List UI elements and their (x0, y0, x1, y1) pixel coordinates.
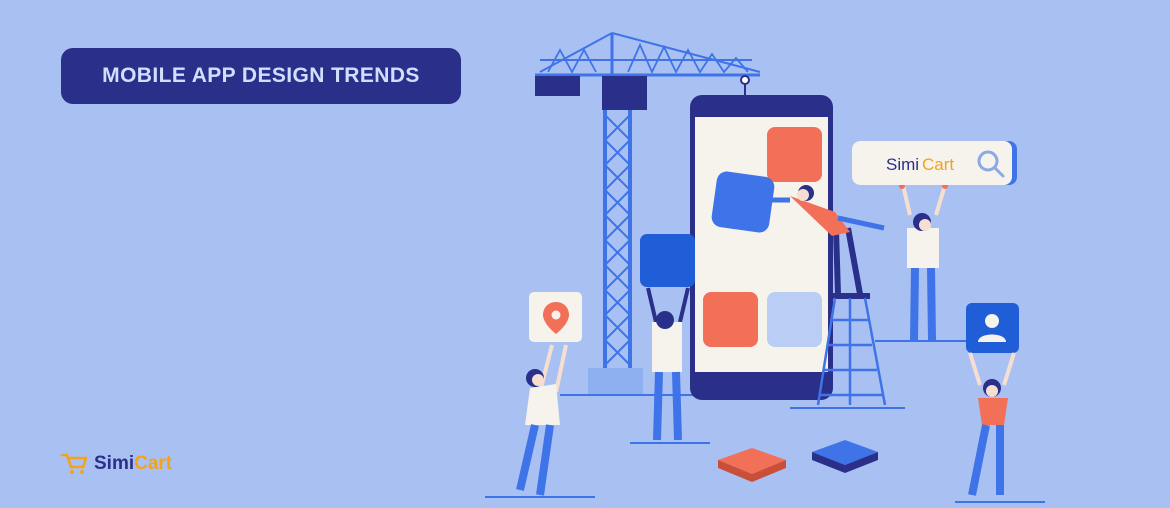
hanging-tile (711, 171, 775, 233)
floor-tile-coral (718, 448, 786, 482)
person-user (966, 303, 1019, 496)
person-tile (640, 234, 695, 441)
person-location (516, 292, 582, 496)
floor-tile-navy (812, 440, 878, 473)
app-tile (767, 127, 822, 182)
search-brand-part2: Cart (922, 155, 954, 174)
search-brand-part1: Simi (886, 155, 919, 174)
app-tile (703, 292, 758, 347)
search-bar: Simi Cart (852, 141, 1017, 185)
phone (690, 95, 833, 400)
app-tile (767, 292, 822, 347)
illustration: Simi Cart (485, 32, 1045, 503)
person-search (899, 183, 948, 341)
